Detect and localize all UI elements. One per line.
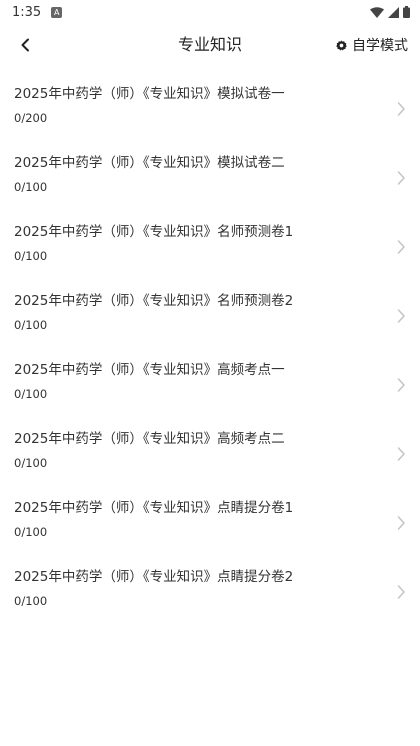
list-item[interactable]: 2025年中药学（师）《专业知识》点睛提分卷2 0/100 [0,556,420,625]
paper-progress: 0/100 [14,387,48,401]
paper-progress: 0/100 [14,249,48,263]
list-item[interactable]: 2025年中药学（师）《专业知识》模拟试卷二 0/100 [0,142,420,211]
paper-progress: 0/100 [14,456,48,470]
app-header: 专业知识 自学模式 [0,24,420,66]
chevron-right-icon [397,240,405,254]
paper-title: 2025年中药学（师）《专业知识》点睛提分卷1 [14,500,294,516]
signal-icon [388,6,399,18]
gear-icon [336,39,347,50]
paper-title: 2025年中药学（师）《专业知识》名师预测卷2 [14,293,294,309]
chevron-right-icon [397,585,405,599]
notification-icon: A [51,6,63,18]
paper-title: 2025年中药学（师）《专业知识》名师预测卷1 [14,224,294,240]
paper-title: 2025年中药学（师）《专业知识》高频考点二 [14,431,285,447]
chevron-right-icon [397,102,405,116]
chevron-right-icon [397,171,405,185]
paper-list: 2025年中药学（师）《专业知识》模拟试卷一 0/200 2025年中药学（师）《专… [0,73,420,625]
self-study-mode-button[interactable]: 自学模式 [336,34,408,56]
list-item[interactable]: 2025年中药学（师）《专业知识》高频考点二 0/100 [0,418,420,487]
list-item[interactable]: 2025年中药学（师）《专业知识》高频考点一 0/100 [0,349,420,418]
status-icons [370,6,410,18]
status-time: 1:35 [12,4,42,20]
chevron-right-icon [397,447,405,461]
list-item[interactable]: 2025年中药学（师）《专业知识》模拟试卷一 0/200 [0,73,420,142]
back-button[interactable] [10,30,40,60]
paper-progress: 0/100 [14,525,48,539]
chevron-left-icon [21,38,29,52]
self-study-mode-label: 自学模式 [352,38,408,54]
list-item[interactable]: 2025年中药学（师）《专业知识》名师预测卷1 0/100 [0,211,420,280]
paper-progress: 0/100 [14,318,48,332]
list-item[interactable]: 2025年中药学（师）《专业知识》点睛提分卷1 0/100 [0,487,420,556]
paper-title: 2025年中药学（师）《专业知识》模拟试卷一 [14,86,285,102]
status-bar: 1:35 A [0,0,420,24]
paper-progress: 0/100 [14,180,48,194]
paper-title: 2025年中药学（师）《专业知识》高频考点一 [14,362,285,378]
paper-progress: 0/200 [14,111,48,125]
list-item[interactable]: 2025年中药学（师）《专业知识》名师预测卷2 0/100 [0,280,420,349]
wifi-icon [370,6,384,18]
paper-progress: 0/100 [14,594,48,608]
chevron-right-icon [397,309,405,323]
paper-title: 2025年中药学（师）《专业知识》点睛提分卷2 [14,569,294,585]
chevron-right-icon [397,516,405,530]
paper-title: 2025年中药学（师）《专业知识》模拟试卷二 [14,155,285,171]
chevron-right-icon [397,378,405,392]
battery-icon [403,6,410,18]
